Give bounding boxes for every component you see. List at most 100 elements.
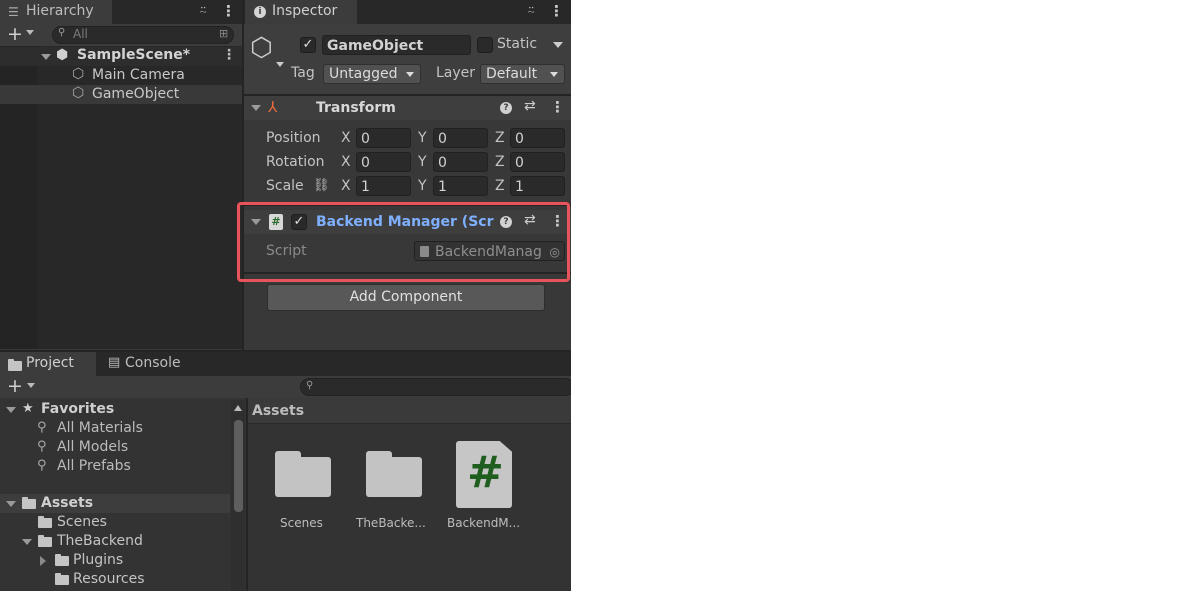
create-button[interactable]: + [7,375,23,397]
collapse-arrow-icon[interactable] [22,539,32,545]
icon-dropdown-arrow-icon[interactable] [276,62,284,67]
layer-dropdown[interactable]: Default [480,64,565,84]
collapse-arrow-icon[interactable] [6,501,16,507]
search-icon: ⚲ [58,27,66,38]
add-button[interactable]: + [7,23,23,45]
folder-icon [55,573,69,585]
favorite-item-materials[interactable]: All Materials [57,420,143,436]
chevron-down-icon [550,72,558,77]
inspector-tab-label: Inspector [272,3,338,19]
hierarchy-tab[interactable]: ☰ Hierarchy [0,0,112,24]
grid-item-scenes-label[interactable]: Scenes [280,516,323,530]
collapse-arrow-icon[interactable] [251,105,261,111]
gameobject-cube-icon[interactable]: ⬡ [250,33,273,63]
position-axis-y[interactable]: Y [418,130,427,146]
scale-y-field[interactable]: 1 [433,176,488,196]
add-component-label: Add Component [349,289,463,305]
layer-label: Layer [436,65,476,81]
hash-symbol-icon: # [467,447,504,498]
scale-axis-y[interactable]: Y [418,178,427,194]
gameobject-cube-icon: ⬡ [72,85,85,101]
favorite-item-prefabs[interactable]: All Prefabs [57,458,131,474]
transform-header[interactable]: ⅄ Transform ? ⇄ ⋮ [244,96,571,120]
rotation-z-field[interactable]: 0 [510,152,565,172]
position-x-field[interactable]: 0 [356,128,411,148]
project-tab[interactable]: Project [0,352,96,376]
scale-z-field[interactable]: 1 [510,176,565,196]
search-filter-icon[interactable]: ⊞ [219,27,228,40]
hierarchy-search[interactable]: ⚲ All ⊞ [52,26,234,44]
folder-icon[interactable] [275,451,331,497]
position-label: Position [266,130,321,146]
chevron-down-icon[interactable] [26,30,34,35]
chevron-down-icon[interactable] [27,383,35,388]
search-input[interactable]: All [73,27,88,41]
position-z-field[interactable]: 0 [510,128,565,148]
search-icon: ⚲ [37,420,47,435]
unity-editor: ☰ Hierarchy ⍨ ⋮ + ⚲ All ⊞ ⬢ SampleScene*… [0,0,571,591]
rotation-axis-y[interactable]: Y [418,154,427,170]
lock-icon[interactable]: ⍨ [527,3,535,19]
main-camera-label: Main Camera [92,67,185,83]
rotation-axis-x[interactable]: X [341,154,351,170]
favorites-label[interactable]: Favorites [41,401,114,417]
rotation-axis-z[interactable]: Z [495,154,505,170]
scroll-up-icon[interactable] [234,405,242,411]
tag-label: Tag [291,65,315,81]
gameobject-cube-icon: ⬡ [72,66,85,82]
tree-item-resources[interactable]: Resources [73,571,145,587]
constrain-proportions-icon[interactable]: ⛓ [313,178,330,193]
csharp-script-icon[interactable]: # [456,441,512,508]
rotation-label: Rotation [266,154,325,170]
lock-icon[interactable]: ⍨ [199,3,207,19]
help-icon[interactable]: ? [500,102,512,114]
add-component-button[interactable]: Add Component [267,284,545,311]
static-dropdown-icon[interactable] [553,42,563,48]
more-options-icon[interactable]: ⋮ [549,2,564,20]
expand-arrow-icon[interactable] [41,54,51,60]
more-options-icon[interactable]: ⋮ [221,2,236,20]
transform-title: Transform [316,100,396,116]
grid-item-thebackend-label[interactable]: TheBacke... [356,516,426,530]
component-menu-icon[interactable]: ⋮ [550,98,565,116]
expand-arrow-icon[interactable] [40,556,46,566]
tree-item-thebackend[interactable]: TheBackend [57,533,143,549]
position-y-field[interactable]: 0 [433,128,488,148]
tree-scrollbar-thumb[interactable] [234,420,243,512]
project-search-input[interactable]: ⚲ [300,378,571,396]
folder-icon [55,554,69,566]
assets-breadcrumb[interactable]: Assets [252,403,304,419]
object-name-field[interactable]: GameObject [322,35,471,55]
tag-dropdown[interactable]: Untagged [323,64,421,84]
favorite-item-models[interactable]: All Models [57,439,128,455]
inspector-tab[interactable]: i Inspector [245,0,357,24]
folder-open-icon [38,535,52,547]
rotation-y-field[interactable]: 0 [433,152,488,172]
position-axis-z[interactable]: Z [495,130,505,146]
folder-icon [38,516,52,528]
grid-item-backendmanager-label[interactable]: BackendM... [447,516,520,530]
star-icon: ★ [22,401,34,416]
hierarchy-tab-label: Hierarchy [26,3,94,19]
position-axis-x[interactable]: X [341,130,351,146]
tree-item-scenes[interactable]: Scenes [57,514,107,530]
scale-axis-z[interactable]: Z [495,178,505,194]
tree-item-plugins[interactable]: Plugins [73,552,123,568]
collapse-arrow-icon[interactable] [6,407,16,413]
scale-x-field[interactable]: 1 [356,176,411,196]
console-tab[interactable]: ▤ Console [100,352,200,376]
active-checkbox[interactable]: ✓ [300,37,316,53]
rotation-x-field[interactable]: 0 [356,152,411,172]
static-checkbox[interactable] [477,37,493,53]
preset-icon[interactable]: ⇄ [524,98,536,114]
scene-menu-icon[interactable]: ⋮ [222,47,236,63]
hierarchy-scene-row[interactable]: ⬢ SampleScene* ⋮ [0,47,242,66]
hierarchy-item-gameobject[interactable]: ⬡ GameObject [0,85,242,104]
hierarchy-item-main-camera[interactable]: ⬡ Main Camera [0,66,242,85]
project-tab-label: Project [26,355,74,371]
folder-open-icon [22,497,36,509]
folder-icon[interactable] [366,451,422,497]
static-label: Static [497,36,538,52]
transform-icon: ⅄ [268,98,278,116]
scale-axis-x[interactable]: X [341,178,351,194]
